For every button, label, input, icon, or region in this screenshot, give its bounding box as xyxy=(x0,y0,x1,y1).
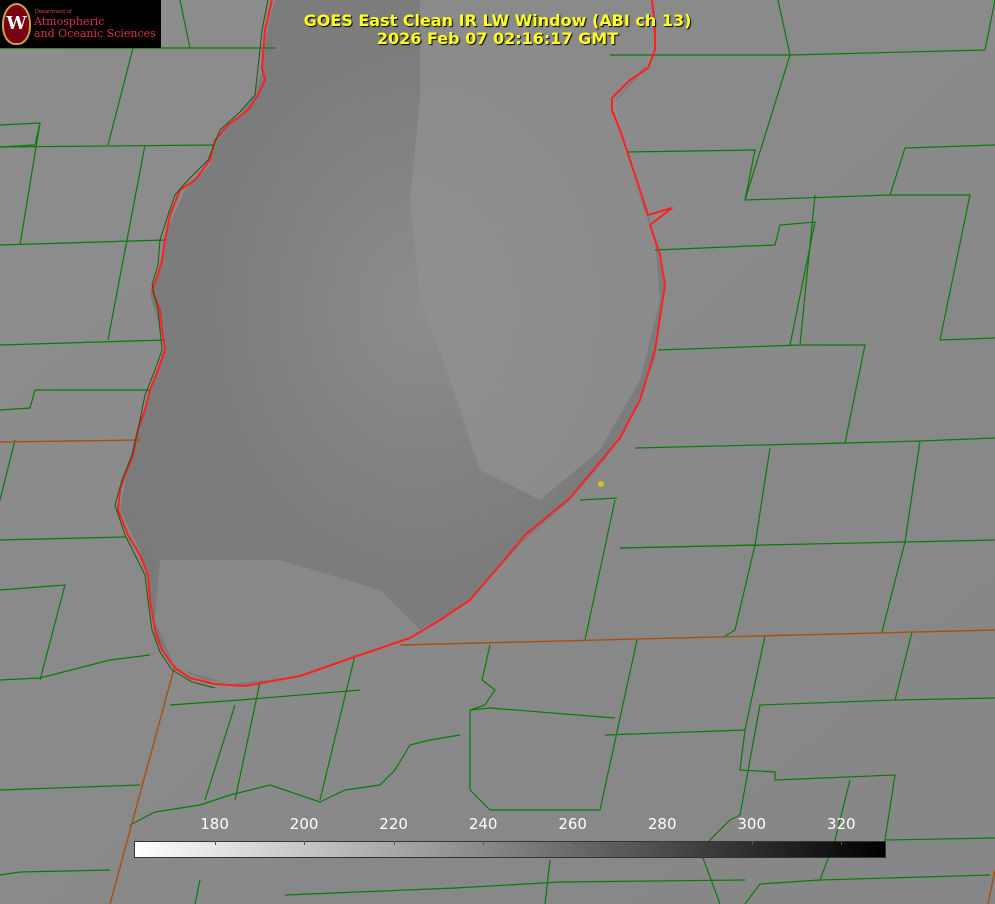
uw-seal-icon: W xyxy=(2,3,31,45)
station-marker-icon xyxy=(598,481,604,487)
colorbar-tick-label: 200 xyxy=(289,815,319,833)
colorbar-tick-label: 320 xyxy=(826,815,856,833)
colorbar-tick-label: 220 xyxy=(379,815,408,833)
colorbar-tick-label: 260 xyxy=(558,815,587,833)
colorbar-tick-mark xyxy=(752,841,753,845)
logo-department-name-line2: and Oceanic Sciences xyxy=(34,27,156,40)
colorbar-tick-mark xyxy=(215,841,216,845)
colorbar-tick-mark xyxy=(483,841,484,845)
colorbar-tick-label: 180 xyxy=(200,815,229,833)
ir-satellite-image xyxy=(0,0,995,904)
colorbar-tick-mark xyxy=(394,841,395,845)
colorbar-tick-mark xyxy=(662,841,663,845)
colorbar-tick-label: 300 xyxy=(737,815,767,833)
temperature-colorbar xyxy=(134,841,886,858)
satellite-map-view: GOES East Clean IR LW Window (ABI ch 13)… xyxy=(0,0,995,904)
colorbar-tick-mark xyxy=(841,841,842,845)
colorbar-tick-mark xyxy=(304,841,305,845)
colorbar-tick-label: 240 xyxy=(468,815,498,833)
department-logo[interactable]: W Department of Atmospheric and Oceanic … xyxy=(0,0,161,48)
colorbar-tick-mark xyxy=(573,841,574,845)
colorbar-tick-label: 280 xyxy=(647,815,677,833)
